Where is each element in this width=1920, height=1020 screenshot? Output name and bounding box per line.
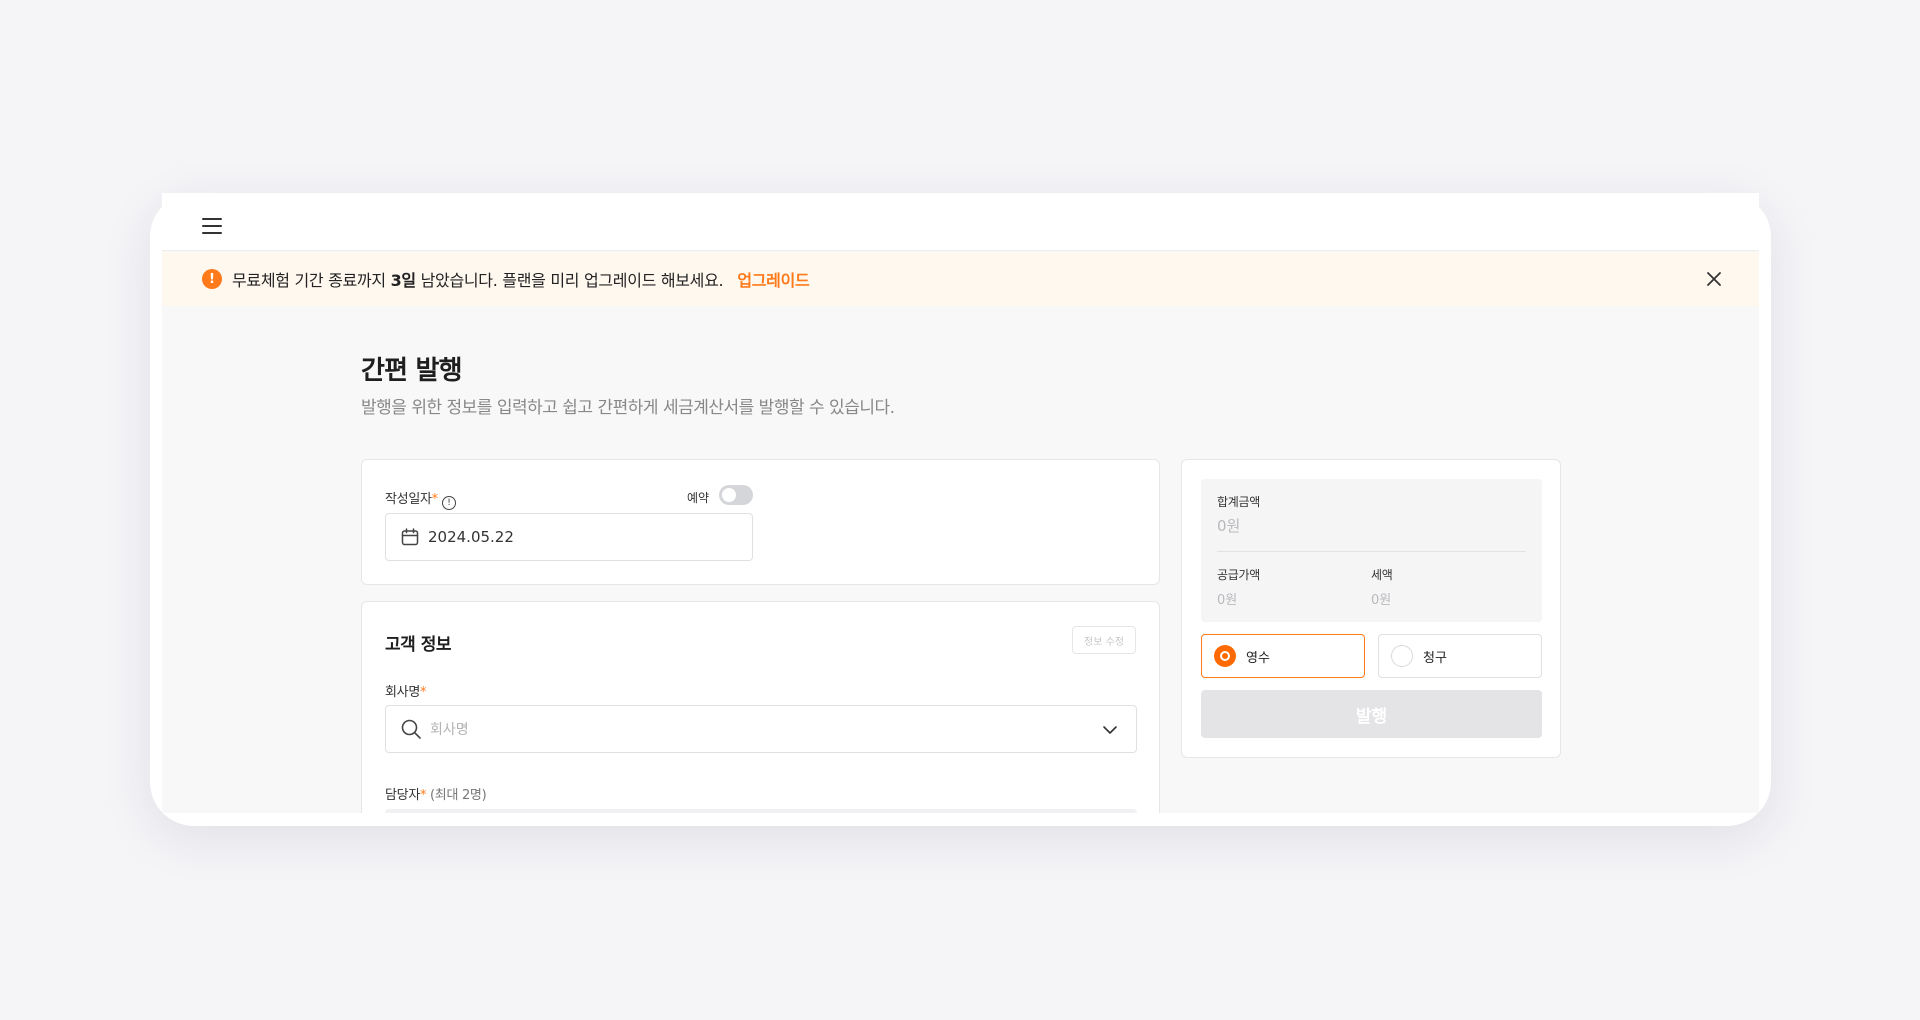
summary-card: 합계금액 0원 공급가액 0원 세액 0원 영수 청구 발행 (1181, 459, 1561, 758)
date-input[interactable]: 2024.05.22 (385, 513, 753, 561)
info-icon[interactable]: ! (441, 496, 456, 510)
radio-empty-icon (1391, 645, 1413, 667)
amount-summary: 합계금액 0원 공급가액 0원 세액 0원 (1201, 479, 1542, 622)
date-value: 2024.05.22 (428, 528, 514, 546)
edit-info-button[interactable]: 정보 수정 (1072, 626, 1136, 654)
company-search-input[interactable]: 회사명 (385, 705, 1137, 753)
search-icon (401, 719, 421, 739)
banner-text-before: 무료체험 기간 종료까지 (232, 271, 391, 290)
customer-section-title: 고객 정보 (385, 635, 451, 655)
manager-label-group: 담당자* (최대 2명) (385, 784, 487, 803)
manager-input-top[interactable] (385, 809, 1137, 813)
top-bar (162, 193, 1759, 251)
company-label-group: 회사명* (385, 681, 426, 700)
supply-label: 공급가액 (1217, 568, 1260, 582)
banner-text-after: 남았습니다. 플랜을 미리 업그레이드 해보세요. (415, 271, 724, 290)
toggle-knob (722, 488, 736, 502)
reserve-toggle[interactable] (719, 485, 753, 505)
company-placeholder: 회사명 (430, 722, 469, 738)
chevron-down-icon[interactable] (1102, 722, 1118, 738)
date-card: 작성일자*! 예약 2024.05.22 (361, 459, 1160, 585)
alert-icon: ! (202, 269, 222, 289)
total-label: 합계금액 (1217, 495, 1260, 509)
reserve-label: 예약 (687, 491, 710, 505)
close-icon[interactable] (1705, 270, 1723, 288)
page-title: 간편 발행 (361, 356, 463, 386)
total-value: 0원 (1217, 517, 1241, 535)
company-label: 회사명 (385, 685, 420, 700)
required-mark: * (431, 492, 439, 507)
trial-banner: ! 무료체험 기간 종료까지 3일 남았습니다. 플랜을 미리 업그레이드 해보… (162, 252, 1759, 306)
upgrade-link[interactable]: 업그레이드 (737, 267, 809, 291)
banner-message: 무료체험 기간 종료까지 3일 남았습니다. 플랜을 미리 업그레이드 해보세요… (232, 267, 724, 291)
app-screen: ! 무료체험 기간 종료까지 3일 남았습니다. 플랜을 미리 업그레이드 해보… (162, 193, 1759, 813)
banner-days: 3일 (390, 271, 417, 290)
required-mark: * (419, 685, 427, 700)
issue-button[interactable]: 발행 (1201, 690, 1542, 738)
type-option-label: 청구 (1423, 650, 1447, 666)
type-option-claim[interactable]: 청구 (1378, 634, 1542, 678)
supply-value: 0원 (1217, 593, 1238, 608)
tax-label: 세액 (1371, 568, 1393, 582)
type-option-label: 영수 (1246, 650, 1270, 666)
calendar-icon (401, 528, 419, 546)
tax-value: 0원 (1371, 593, 1392, 608)
manager-label: 담당자 (385, 788, 420, 803)
page-subtitle: 발행을 위한 정보를 입력하고 쉽고 간편하게 세금계산서를 발행할 수 있습니… (361, 398, 895, 418)
summary-divider (1217, 551, 1526, 552)
radio-selected-icon (1214, 645, 1236, 667)
manager-hint: (최대 2명) (426, 788, 487, 803)
device-frame: ! 무료체험 기간 종료까지 3일 남았습니다. 플랜을 미리 업그레이드 해보… (150, 193, 1771, 826)
date-label-group: 작성일자*! (385, 488, 456, 510)
type-option-receipt[interactable]: 영수 (1201, 634, 1365, 678)
date-label: 작성일자 (385, 492, 432, 507)
hamburger-menu-icon[interactable] (202, 218, 224, 234)
customer-card: 고객 정보 정보 수정 회사명* 회사명 담당자* (최대 2명) (361, 601, 1160, 813)
